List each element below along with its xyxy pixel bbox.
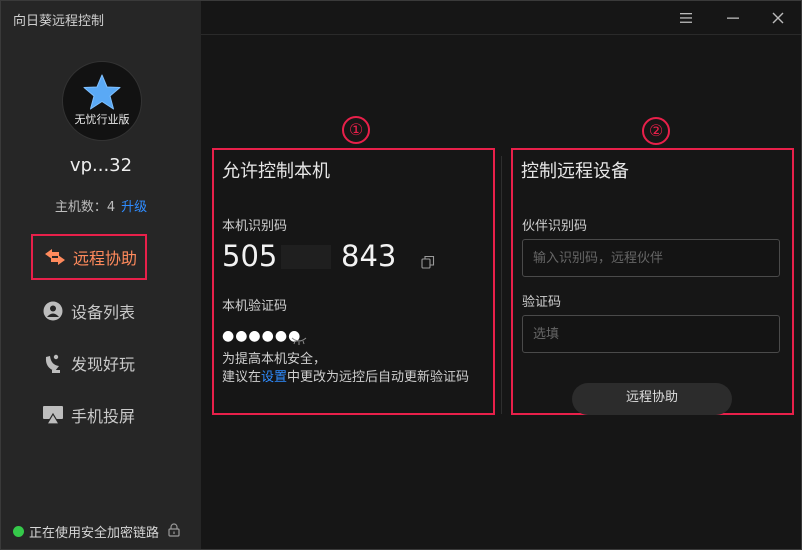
remote-code-input[interactable] (522, 315, 780, 353)
remote-code-label: 验证码 (522, 295, 562, 310)
avatar[interactable]: 无忧行业版 (62, 61, 142, 141)
note-line2: 建议在设置中更改为远控后自动更新验证码 (222, 369, 469, 387)
titlebar-divider (201, 34, 801, 35)
menu-icon (680, 13, 692, 23)
device-id-part1: 505 (222, 239, 278, 273)
minimize-button[interactable] (722, 7, 744, 29)
sidebar-item-remote-assist[interactable]: 远程协助 (31, 234, 147, 280)
marker-two: ② (642, 117, 670, 145)
app-title: 向日葵远程控制 (13, 14, 105, 29)
sidebar-item-label: 设备列表 (71, 303, 136, 322)
verify-code-mask: ●●●●●● (222, 328, 302, 344)
host-count-label: 主机数：4 (54, 200, 116, 215)
menu-button[interactable] (675, 7, 697, 29)
sidebar-item-screen-cast[interactable]: 手机投屏 (31, 392, 147, 438)
lock-icon (168, 522, 180, 541)
copy-icon[interactable] (421, 254, 435, 273)
device-id-part2: 843 (341, 239, 397, 273)
sidebar-item-device-list[interactable]: 设备列表 (31, 288, 147, 334)
sidebar: 向日葵远程控制 无忧行业版 vp...32 主机数：4 升级 远程协助 设备列表… (1, 1, 201, 549)
security-status: 正在使用安全加密链路 (13, 522, 180, 541)
security-note: 为提高本机安全， 建议在设置中更改为远控后自动更新验证码 (222, 351, 469, 387)
marker-two-text: ② (648, 121, 664, 140)
sidebar-item-label: 发现好玩 (71, 355, 136, 374)
close-icon (772, 12, 784, 24)
note-text-post: 中更改为远控后自动更新验证码 (287, 370, 470, 385)
allow-panel-title: 允许控制本机 (222, 161, 330, 182)
verify-code-label: 本机验证码 (222, 299, 288, 314)
marker-one: ① (342, 116, 370, 144)
sidebar-item-label: 手机投屏 (71, 407, 136, 426)
upgrade-link[interactable]: 升级 (121, 200, 147, 215)
settings-link[interactable]: 设置 (261, 370, 287, 385)
screen-cast-icon (41, 403, 65, 427)
discover-icon (41, 351, 65, 375)
remote-assist-icon (43, 245, 67, 269)
status-ok-icon (13, 526, 24, 537)
device-id-mask (281, 245, 331, 269)
note-line1: 为提高本机安全， (222, 352, 327, 367)
partner-id-label: 伙伴识别码 (522, 219, 588, 234)
username: vp...32 (69, 155, 133, 176)
sidebar-item-discover[interactable]: 发现好玩 (31, 340, 147, 386)
control-remote-panel: 控制远程设备 伙伴识别码 验证码 远程协助 (511, 148, 794, 415)
device-id-label: 本机识别码 (222, 219, 288, 234)
edition-label: 无忧行业版 (74, 113, 130, 126)
marker-one-text: ① (348, 120, 364, 139)
remote-assist-button[interactable]: 远程协助 (572, 383, 732, 415)
app-window: 向日葵远程控制 无忧行业版 vp...32 主机数：4 升级 远程协助 设备列表… (0, 0, 802, 550)
panel-divider (501, 156, 502, 414)
partner-id-input[interactable] (522, 239, 780, 277)
note-text-pre: 建议在 (222, 370, 262, 385)
sidebar-item-label: 远程协助 (73, 249, 138, 268)
status-text: 正在使用安全加密链路 (29, 526, 160, 541)
eye-closed-icon[interactable] (291, 331, 307, 350)
device-list-icon (41, 299, 65, 323)
control-panel-title: 控制远程设备 (521, 161, 629, 182)
allow-control-panel: 允许控制本机 本机识别码 505 843 本机验证码 ●●●●●● 为提高本机安… (212, 148, 495, 415)
host-count: 主机数：4 升级 (1, 196, 201, 215)
star-icon (83, 74, 121, 110)
close-button[interactable] (767, 7, 789, 29)
minimize-icon (727, 17, 739, 19)
